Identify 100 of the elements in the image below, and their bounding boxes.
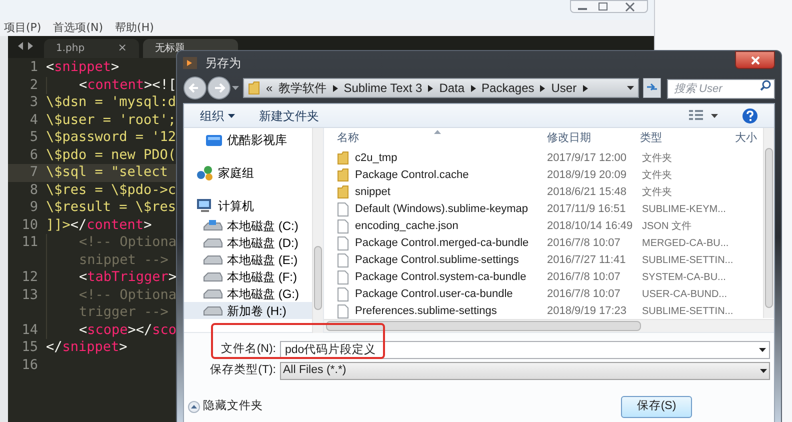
file-name[interactable]: Package Control.system-ca-bundle [355,268,526,286]
file-name[interactable]: Package Control.user-ca-bundle [355,286,513,302]
nav-item[interactable]: 本地磁盘 (F:) [184,268,312,285]
file-name[interactable]: Package Control.cache [355,166,469,184]
file-name[interactable]: Preferences.sublime-settings [355,302,497,320]
chevron-right-icon [540,84,546,92]
column-header[interactable]: 类型 [640,130,735,146]
file-name[interactable]: Default (Windows).sublime-keymap [355,200,528,218]
file-name-label: 文件名(N): [220,342,277,358]
breadcrumb[interactable]: User [551,79,577,97]
line-number: 7 [28,164,38,182]
file-date: 2016/7/8 10:07 [547,236,622,251]
refresh-icon[interactable] [643,78,661,98]
breadcrumb[interactable]: Data [439,79,465,97]
breadcrumb[interactable]: Packages [482,79,534,97]
breadcrumb[interactable]: « [266,79,273,97]
file-name[interactable]: c2u_tmp [355,150,398,166]
back-icon[interactable] [183,76,207,100]
close-button[interactable] [735,51,775,69]
file-icon [337,236,349,250]
window-controls[interactable] [570,0,648,13]
drive-icon [203,220,223,232]
nav-item[interactable]: 优酷影视库 [184,131,312,148]
menu-item[interactable]: 首选项(N) [53,20,104,36]
search-icon [760,80,771,91]
breadcrumb[interactable]: 教学软件 [278,79,327,97]
chevron-right-icon [582,84,588,92]
file-icon [337,252,349,268]
nav-item[interactable]: 家庭组 [184,164,312,181]
caret-down-icon [627,86,634,90]
nav-item[interactable]: 本地磁盘 (D:) [184,234,312,251]
new-folder-button[interactable]: 新建文件夹 [259,106,319,124]
column-header[interactable]: 大小 [735,130,757,146]
file-date: 2016/7/8 10:07 [547,270,622,285]
close-icon [750,56,760,64]
drive-icon [203,288,223,298]
help-icon[interactable] [742,108,758,124]
line-number: 10 [20,216,38,234]
horizontal-scrollbar[interactable] [324,319,774,332]
nav-item[interactable]: 本地磁盘 (G:) [184,285,312,302]
menu-item[interactable]: 帮助(H) [115,20,154,36]
nav-item[interactable]: 本地磁盘 (C:) [184,217,312,234]
code-text: trigger --> [79,304,168,320]
homegroup-icon [196,164,214,180]
file-name[interactable]: Package Control.merged-ca-bundle [355,234,529,252]
file-type: MERGED-CA-BU... [642,236,729,250]
file-name[interactable]: encoding_cache.json [355,218,458,234]
file-date: 2018/10/14 16:49 [547,218,634,234]
code-text: ]]></content> [46,216,152,232]
line-number: 3 [28,94,38,112]
code-text: snippet --> [79,252,168,268]
caret-down-icon [711,114,718,118]
save-button[interactable]: 保存(S) [621,396,692,418]
file-type-dropdown[interactable]: All Files (*.*) [280,362,770,380]
code-text: \$res = \$pdo->c [46,182,176,198]
file-type: JSON 文件 [642,220,692,234]
code-text: <scope></sco [79,322,177,338]
list-scrollbar[interactable] [763,128,774,318]
line-number: 15 [20,339,38,356]
line-number: 11 [20,234,38,252]
menu-item[interactable]: 项目(P) [4,20,42,36]
breadcrumb[interactable]: Sublime Text 3 [344,79,422,97]
forward-icon[interactable] [207,76,231,100]
nav-scrollbar[interactable] [312,128,323,333]
code-text: \$sql = "select [46,164,168,180]
line-number: 4 [28,112,38,129]
drive-icon [203,238,223,248]
hide-folders-toggle[interactable]: 隐藏文件夹 [188,398,263,416]
code-text: \$user = 'root'; [46,112,176,128]
file-date: 2018/9/19 17:23 [547,304,628,319]
file-name-field[interactable]: pdo代码片段定义 [280,340,770,359]
file-date: 2016/7/8 10:07 [547,286,622,302]
organize-menu[interactable]: 组织 [200,106,235,124]
address-bar[interactable]: « 教学软件 Sublime Text 3 Data Packages User [243,78,639,98]
column-header[interactable]: 名称 [337,130,544,146]
code-text: <tabTrigger> [79,269,177,285]
file-type: SUBLIME-SETTIN... [642,254,734,268]
tab-close-button[interactable]: × [118,40,127,57]
drive-icon [203,306,223,316]
window-title: 另存为 [205,55,241,72]
code-text: <snippet> [46,59,120,75]
nav-item[interactable]: 计算机 [184,197,312,214]
computer-icon [196,198,214,214]
file-date: 2018/9/19 20:09 [547,168,628,183]
caret-down-icon [232,86,239,90]
nav-item[interactable]: 新加卷 (H:) [184,302,312,319]
caret-down-icon [760,369,767,373]
view-icon[interactable] [689,110,703,122]
file-icon [337,286,349,302]
search-field[interactable]: 搜索 User [667,79,775,99]
file-type: SUBLIME-SETTIN... [642,304,734,318]
chevron-right-icon [470,84,476,92]
file-name[interactable]: snippet [355,184,390,200]
line-number: 6 [28,146,38,164]
file-type: SYSTEM-CA-BU... [642,270,726,284]
chevron-right-icon [428,84,434,92]
nav-item[interactable]: 本地磁盘 (E:) [184,251,312,268]
column-header[interactable]: 修改日期 [544,130,640,146]
file-name[interactable]: Package Control.sublime-settings [355,252,519,268]
editor-tab[interactable]: 1.php × [44,39,139,58]
